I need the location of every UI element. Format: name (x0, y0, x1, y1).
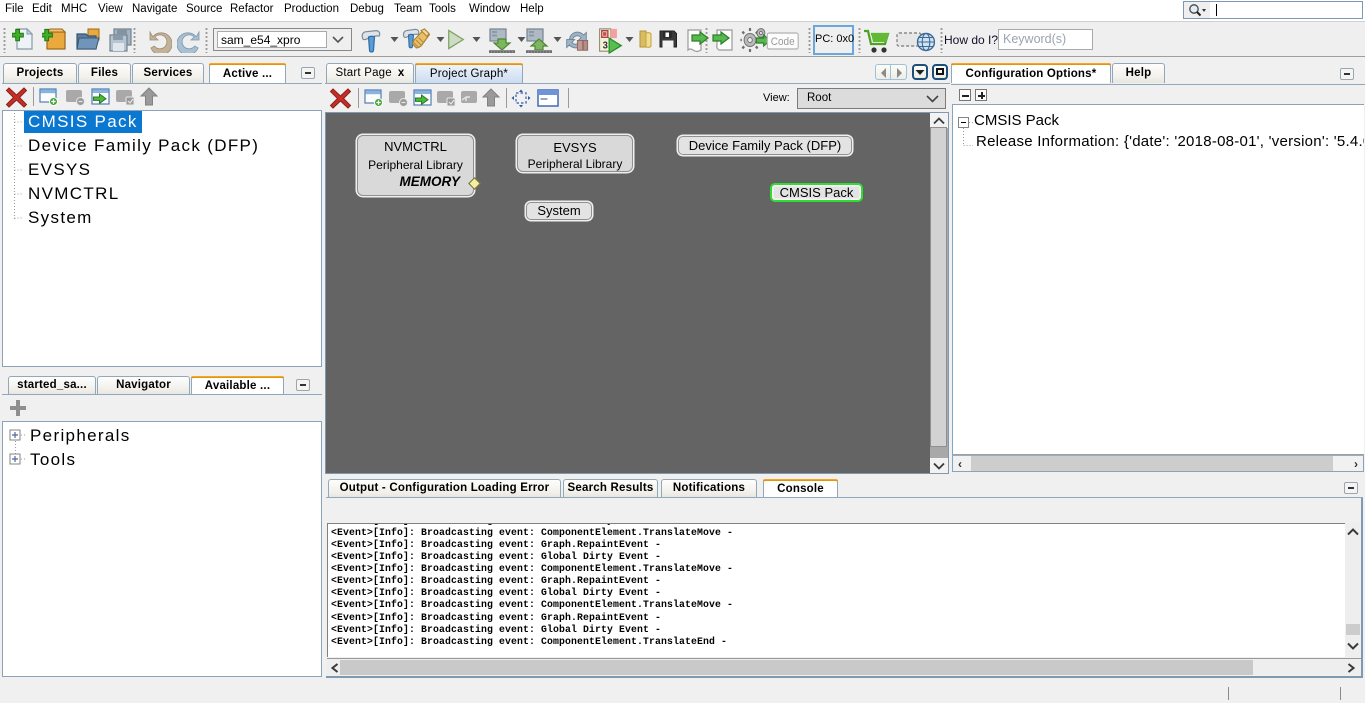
svg-text:Code: Code (771, 36, 795, 49)
svg-text:3: 3 (603, 40, 609, 51)
